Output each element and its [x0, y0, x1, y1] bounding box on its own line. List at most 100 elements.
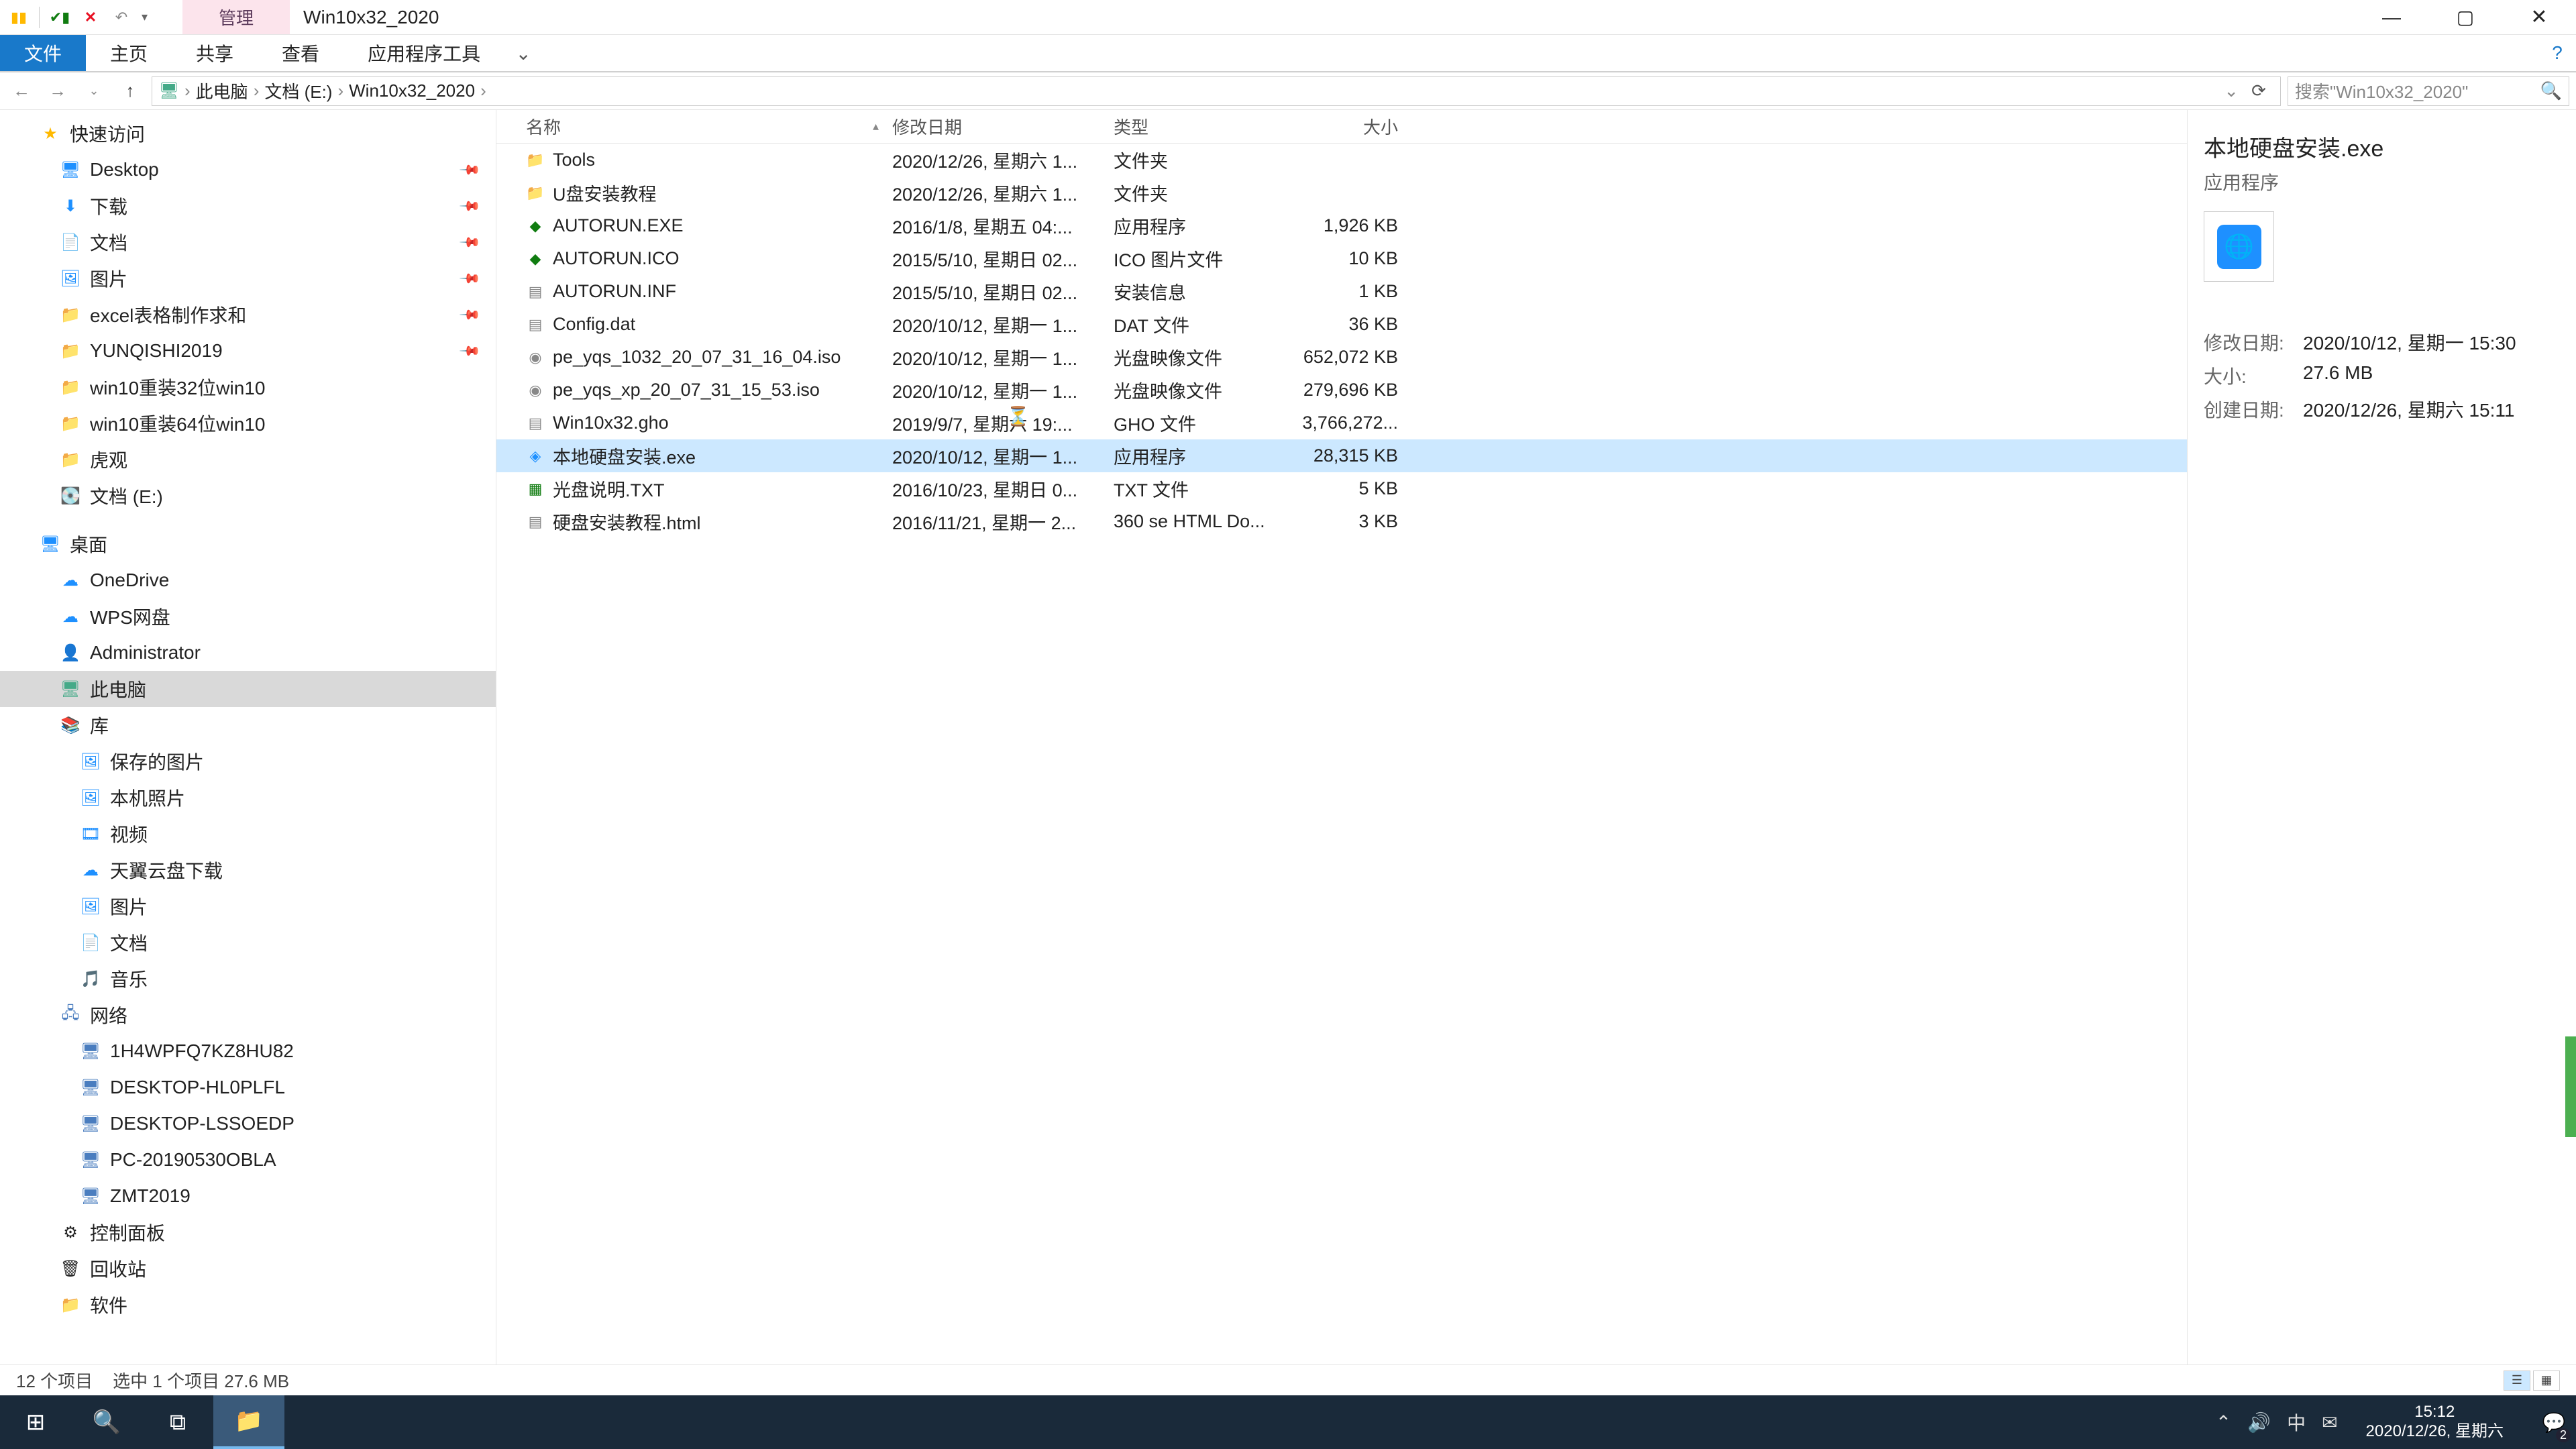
file-row[interactable]: ▤硬盘安装教程.html2016/11/21, 星期一 2...360 se H…	[496, 505, 2187, 538]
refresh-button[interactable]: ⟳	[2244, 80, 2273, 101]
file-date-cell: 2019/9/7, 星期六 19:...	[892, 410, 1114, 436]
nav-win32[interactable]: 📁win10重装32位win10	[0, 369, 496, 405]
search-input[interactable]: 搜索"Win10x32_2020" 🔍	[2288, 76, 2569, 106]
file-row[interactable]: ▤Config.dat2020/10/12, 星期一 1...DAT 文件36 …	[496, 308, 2187, 341]
view-details-button[interactable]: ☰	[2504, 1371, 2530, 1391]
minimize-button[interactable]: —	[2355, 0, 2428, 35]
file-row[interactable]: ◆AUTORUN.ICO2015/5/10, 星期日 02...ICO 图片文件…	[496, 242, 2187, 275]
column-date[interactable]: 修改日期	[892, 114, 1114, 139]
ribbon-tab-file[interactable]: 文件	[0, 35, 86, 71]
breadcrumb-drive[interactable]: 文档 (E:)	[264, 78, 332, 103]
start-button[interactable]: ⊞	[0, 1395, 71, 1449]
nav-downloads[interactable]: ⬇下载📌	[0, 188, 496, 224]
breadcrumb-chevron-icon[interactable]: ›	[480, 80, 486, 101]
nav-forward-button[interactable]: →	[43, 76, 72, 106]
column-type[interactable]: 类型	[1114, 114, 1295, 139]
nav-pics[interactable]: 🖼图片	[0, 888, 496, 924]
documents-icon: 📄	[80, 932, 101, 953]
file-row[interactable]: ▤Win10x32.gho2019/9/7, 星期六 19:...GHO 文件3…	[496, 407, 2187, 439]
nav-music[interactable]: 🎵音乐	[0, 961, 496, 997]
ribbon-expand-icon[interactable]: ⌄	[504, 35, 542, 71]
nav-drive-e[interactable]: 💽文档 (E:)	[0, 478, 496, 514]
nav-quick-access[interactable]: ★快速访问	[0, 115, 496, 152]
nav-pictures[interactable]: 🖼图片📌	[0, 260, 496, 297]
file-row[interactable]: 📁U盘安装教程2020/12/26, 星期六 1...文件夹	[496, 176, 2187, 209]
ribbon-tab-apptools[interactable]: 应用程序工具	[343, 35, 504, 71]
file-row[interactable]: ▦光盘说明.TXT2016/10/23, 星期日 0...TXT 文件5 KB	[496, 472, 2187, 505]
taskbar-clock[interactable]: 15:12 2020/12/26, 星期六	[2354, 1403, 2516, 1442]
file-date-cell: 2016/10/23, 星期日 0...	[892, 476, 1114, 502]
nav-control-panel[interactable]: ⚙控制面板	[0, 1214, 496, 1250]
qat-properties-icon[interactable]: ✔▮	[49, 7, 70, 28]
nav-onedrive[interactable]: ☁OneDrive	[0, 562, 496, 598]
nav-libraries[interactable]: 📚库	[0, 707, 496, 743]
nav-videos[interactable]: 🎞视频	[0, 816, 496, 852]
file-row[interactable]: ◉pe_yqs_1032_20_07_31_16_04.iso2020/10/1…	[496, 341, 2187, 374]
nav-docs[interactable]: 📄文档	[0, 924, 496, 961]
nav-recycle-bin[interactable]: 🗑回收站	[0, 1250, 496, 1287]
close-button[interactable]: ✕	[2502, 0, 2576, 35]
maximize-button[interactable]: ▢	[2428, 0, 2502, 35]
column-name[interactable]: 名称▴	[496, 114, 892, 139]
breadcrumb-folder[interactable]: Win10x32_2020	[349, 80, 475, 101]
file-rows[interactable]: 📁Tools2020/12/26, 星期六 1...文件夹📁U盘安装教程2020…	[496, 144, 2187, 1364]
file-row[interactable]: ▤AUTORUN.INF2015/5/10, 星期日 02...安装信息1 KB	[496, 275, 2187, 308]
file-date-cell: 2020/10/12, 星期一 1...	[892, 377, 1114, 403]
nav-pc5[interactable]: 🖥ZMT2019	[0, 1178, 496, 1214]
nav-documents[interactable]: 📄文档📌	[0, 224, 496, 260]
contextual-tab-manage[interactable]: 管理	[182, 0, 290, 34]
nav-yunqishi[interactable]: 📁YUNQISHI2019📌	[0, 333, 496, 369]
file-row[interactable]: ◈本地硬盘安装.exe2020/10/12, 星期一 1...应用程序28,31…	[496, 439, 2187, 472]
file-row[interactable]: ◆AUTORUN.EXE2016/1/8, 星期五 04:...应用程序1,92…	[496, 209, 2187, 242]
nav-pc3[interactable]: 🖥DESKTOP-LSSOEDP	[0, 1106, 496, 1142]
ribbon-tab-view[interactable]: 查看	[258, 35, 343, 71]
nav-admin[interactable]: 👤Administrator	[0, 635, 496, 671]
taskbar-search-button[interactable]: 🔍	[71, 1395, 142, 1449]
breadcrumb[interactable]: 🖥 › 此电脑 › 文档 (E:) › Win10x32_2020 › ⌄ ⟳	[152, 76, 2281, 106]
taskbar-explorer-button[interactable]: 📁	[213, 1395, 284, 1449]
nav-pc2[interactable]: 🖥DESKTOP-HL0PLFL	[0, 1069, 496, 1106]
help-icon[interactable]: ?	[2538, 35, 2576, 71]
nav-savedpics[interactable]: 🖼保存的图片	[0, 743, 496, 780]
nav-software[interactable]: 📁软件	[0, 1287, 496, 1323]
nav-back-button[interactable]: ←	[7, 76, 36, 106]
qat-delete-icon[interactable]: ✕	[80, 7, 101, 28]
nav-label: win10重装64位win10	[90, 410, 265, 437]
nav-pc4[interactable]: 🖥PC-20190530OBLA	[0, 1142, 496, 1178]
breadcrumb-chevron-icon[interactable]: ›	[184, 80, 191, 101]
breadcrumb-chevron-icon[interactable]: ›	[254, 80, 260, 101]
nav-excel[interactable]: 📁excel表格制作求和📌	[0, 297, 496, 333]
file-row[interactable]: ◉pe_yqs_xp_20_07_31_15_53.iso2020/10/12,…	[496, 374, 2187, 407]
column-size[interactable]: 大小	[1295, 114, 1409, 139]
nav-win64[interactable]: 📁win10重装64位win10	[0, 405, 496, 441]
nav-up-button[interactable]: ↑	[115, 76, 145, 106]
nav-huguan[interactable]: 📁虎观	[0, 441, 496, 478]
nav-desktop[interactable]: 🖥Desktop📌	[0, 152, 496, 188]
file-row[interactable]: 📁Tools2020/12/26, 星期六 1...文件夹	[496, 144, 2187, 176]
breadcrumb-chevron-icon[interactable]: ›	[337, 80, 343, 101]
search-icon[interactable]: 🔍	[2540, 80, 2562, 101]
nav-thispc[interactable]: 🖥此电脑	[0, 671, 496, 707]
ribbon-tab-share[interactable]: 共享	[172, 35, 258, 71]
nav-desktop-root[interactable]: 🖥桌面	[0, 526, 496, 562]
nav-tianyi[interactable]: ☁天翼云盘下载	[0, 852, 496, 888]
tray-mail-icon[interactable]: ✉	[2322, 1411, 2337, 1434]
view-icons-button[interactable]: ▦	[2533, 1371, 2560, 1391]
nav-pc1[interactable]: 🖥1H4WPFQ7KZ8HU82	[0, 1033, 496, 1069]
nav-localpics[interactable]: 🖼本机照片	[0, 780, 496, 816]
navigation-pane[interactable]: ★快速访问 🖥Desktop📌 ⬇下载📌 📄文档📌 🖼图片📌 📁excel表格制…	[0, 110, 496, 1364]
nav-wps[interactable]: ☁WPS网盘	[0, 598, 496, 635]
tray-chevron-up-icon[interactable]: ⌃	[2216, 1411, 2231, 1434]
breadcrumb-thispc[interactable]: 此电脑	[196, 78, 248, 103]
qat-customize-icon[interactable]: ▾	[142, 10, 148, 24]
tray-ime-icon[interactable]: 中	[2287, 1409, 2306, 1436]
qat-undo-icon[interactable]: ↶	[111, 7, 132, 28]
ribbon-tab-home[interactable]: 主页	[86, 35, 172, 71]
tray-volume-icon[interactable]: 🔊	[2247, 1411, 2271, 1434]
file-name: pe_yqs_1032_20_07_31_16_04.iso	[553, 347, 841, 368]
action-center-button[interactable]: 💬 2	[2532, 1395, 2576, 1449]
breadcrumb-dropdown-icon[interactable]: ⌄	[2224, 80, 2239, 101]
nav-recent-dropdown[interactable]: ⌄	[79, 76, 109, 106]
task-view-button[interactable]: ⧉	[142, 1395, 213, 1449]
nav-network[interactable]: 🖧网络	[0, 997, 496, 1033]
